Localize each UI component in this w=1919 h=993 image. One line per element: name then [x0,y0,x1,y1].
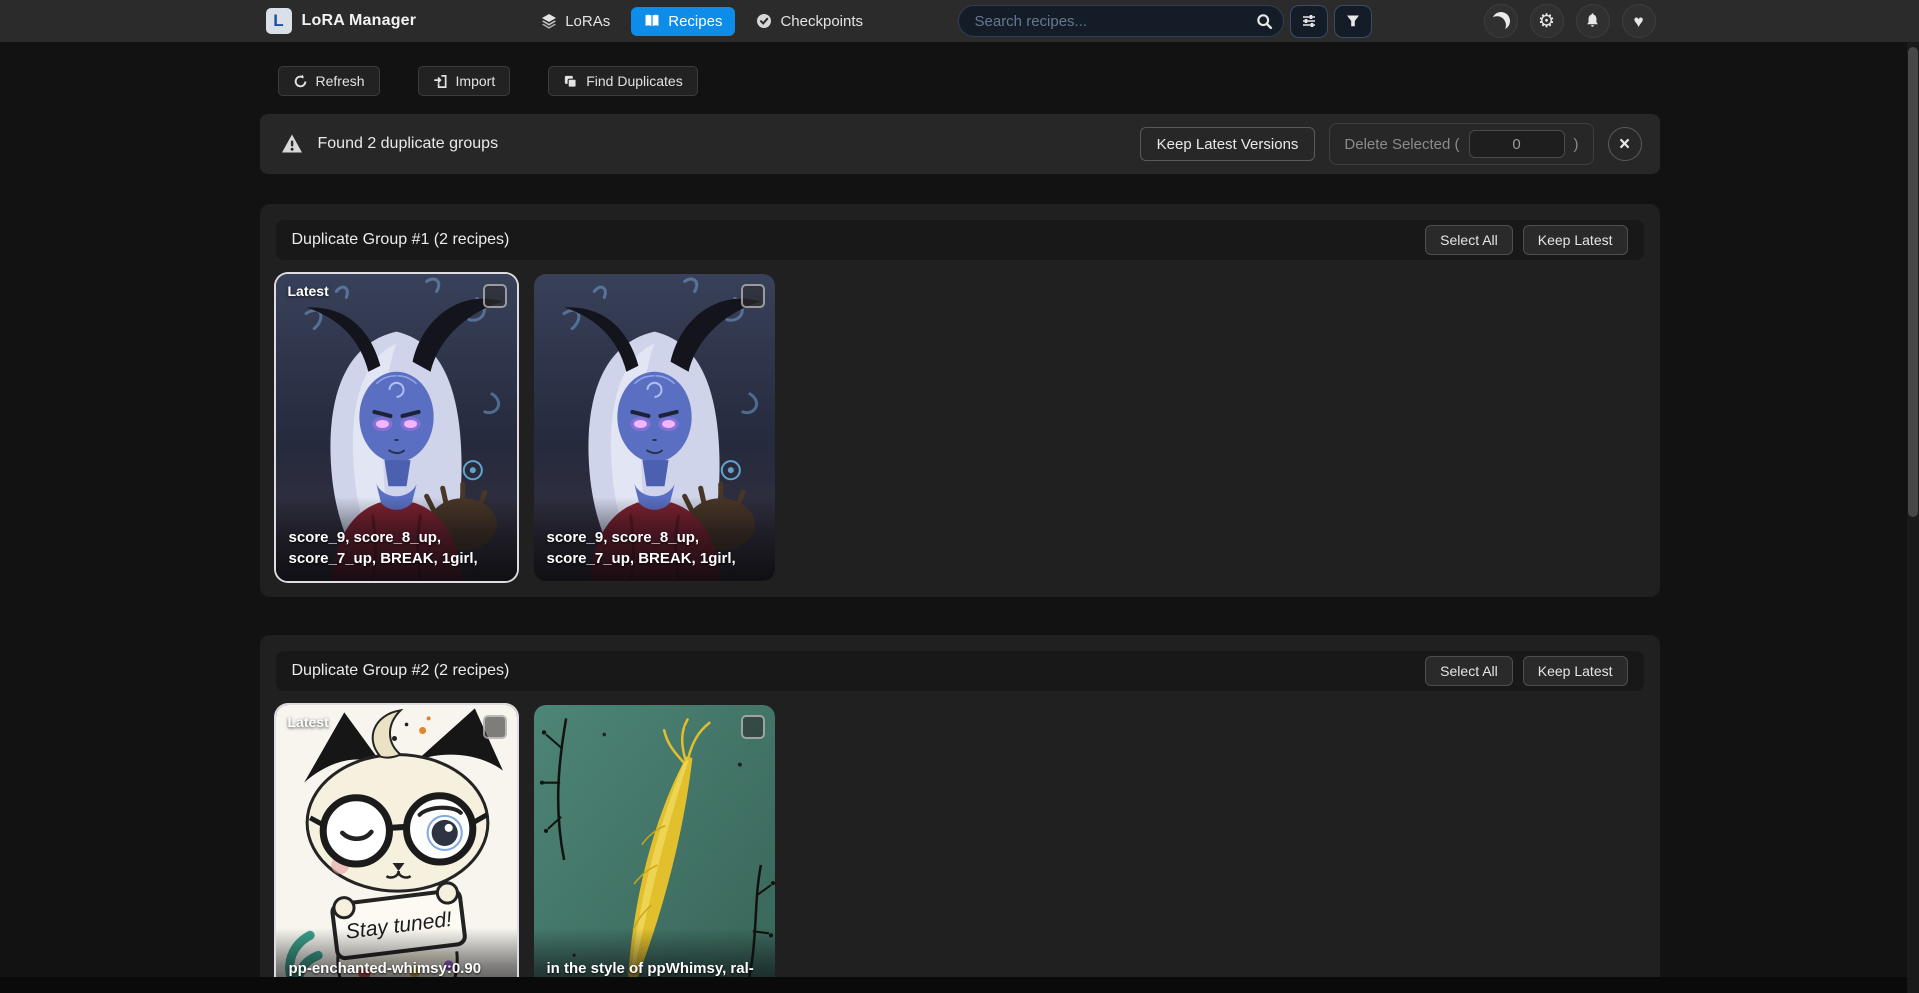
duplicates-icon [563,74,578,89]
book-icon [644,13,660,29]
duplicates-banner: Found 2 duplicate groups Keep Latest Ver… [260,114,1660,174]
group-2-keep-latest-button[interactable]: Keep Latest [1523,656,1628,686]
group-1-select-all-button[interactable]: Select All [1425,225,1513,255]
gear-icon: ⚙ [1538,12,1555,31]
app-logo: L [266,8,292,34]
group-1-keep-latest-button[interactable]: Keep Latest [1523,225,1628,255]
keep-latest-versions-button[interactable]: Keep Latest Versions [1140,127,1316,161]
refresh-button[interactable]: Refresh [278,66,380,96]
check-circle-icon [756,13,772,29]
heart-icon: ♥ [1633,13,1643,30]
bell-icon [1583,12,1602,31]
find-duplicates-button[interactable]: Find Duplicates [548,66,698,96]
card-checkbox[interactable] [741,284,765,308]
tab-checkpoints-label: Checkpoints [780,13,863,30]
warning-icon [280,132,304,156]
settings-button[interactable]: ⚙ [1530,4,1564,38]
delete-selected-suffix: ) [1574,136,1579,153]
window-bottom-edge [0,977,1919,993]
sliders-button[interactable] [1290,5,1328,38]
card-checkbox[interactable] [483,284,507,308]
banner-message: Found 2 duplicate groups [318,135,499,153]
scrollbar-thumb[interactable] [1908,47,1918,517]
card-checkbox[interactable] [483,715,507,739]
group-2-header: Duplicate Group #2 (2 recipes) Select Al… [276,651,1644,691]
find-duplicates-label: Find Duplicates [586,73,683,89]
card-caption: score_9, score_8_up, score_7_up, BREAK, … [276,497,517,581]
latest-badge: Latest [288,714,329,730]
notifications-button[interactable] [1576,4,1610,38]
navbar-actions: ⚙ ♥ [1484,4,1656,38]
recipe-card[interactable]: Latest score_9, score_8_up, score_7_up, … [276,274,517,581]
card-checkbox[interactable] [741,715,765,739]
group-2-cards: Stay tuned! Latest pp-enchanted-whimsy:0… [276,705,1644,993]
duplicate-group-2: Duplicate Group #2 (2 recipes) Select Al… [260,635,1660,993]
tab-loras-label: LoRAs [565,13,610,30]
search-box [958,5,1284,37]
navbar: L LoRA Manager LoRAs Recipes Checkpoin [0,0,1919,42]
group-2-select-all-button[interactable]: Select All [1425,656,1513,686]
banner-actions: Keep Latest Versions Delete Selected ( 0… [1140,123,1642,165]
moon-icon [1489,10,1511,32]
delete-selected-button[interactable]: Delete Selected ( 0 ) [1329,123,1593,165]
latest-badge: Latest [288,283,329,299]
toolbar: Refresh Import Find Duplicates [260,66,1660,96]
app-title: LoRA Manager [302,12,417,30]
group-1-cards: Latest score_9, score_8_up, score_7_up, … [276,274,1644,581]
layers-icon [541,13,557,30]
group-1-header: Duplicate Group #1 (2 recipes) Select Al… [276,220,1644,260]
sliders-icon [1301,13,1317,29]
favorites-button[interactable]: ♥ [1622,4,1656,38]
refresh-label: Refresh [316,73,365,89]
recipe-card[interactable]: Stay tuned! Latest pp-enchanted-whimsy:0… [276,705,517,993]
delete-count: 0 [1469,130,1565,158]
import-icon [433,74,448,89]
recipe-card[interactable]: in the style of ppWhimsy, ral-frctlgmtry… [534,705,775,993]
group-2-actions: Select All Keep Latest [1425,656,1627,686]
tab-recipes[interactable]: Recipes [631,7,735,36]
refresh-icon [293,74,308,89]
recipe-card[interactable]: score_9, score_8_up, score_7_up, BREAK, … [534,274,775,581]
banner-message-wrap: Found 2 duplicate groups [280,132,499,156]
search-input[interactable] [975,13,1256,30]
delete-selected-prefix: Delete Selected ( [1344,136,1459,153]
tab-recipes-label: Recipes [668,13,722,30]
tab-checkpoints[interactable]: Checkpoints [743,7,876,36]
filter-button[interactable] [1334,5,1372,38]
group-1-title: Duplicate Group #1 (2 recipes) [292,231,510,249]
import-button[interactable]: Import [418,66,511,96]
card-caption: score_9, score_8_up, score_7_up, BREAK, … [534,497,775,581]
funnel-icon [1345,13,1361,29]
tab-loras[interactable]: LoRAs [528,7,623,36]
page-scrollbar[interactable] [1907,42,1919,993]
group-1-actions: Select All Keep Latest [1425,225,1627,255]
search-icon[interactable] [1256,13,1273,30]
theme-toggle-button[interactable] [1484,4,1518,38]
main-tabs: LoRAs Recipes Checkpoints [528,7,876,36]
import-label: Import [456,73,496,89]
group-2-title: Duplicate Group #2 (2 recipes) [292,662,510,680]
duplicate-group-1: Duplicate Group #1 (2 recipes) Select Al… [260,204,1660,597]
search-area [958,5,1372,38]
brand: L LoRA Manager [266,8,417,34]
close-banner-button[interactable]: × [1608,127,1642,161]
